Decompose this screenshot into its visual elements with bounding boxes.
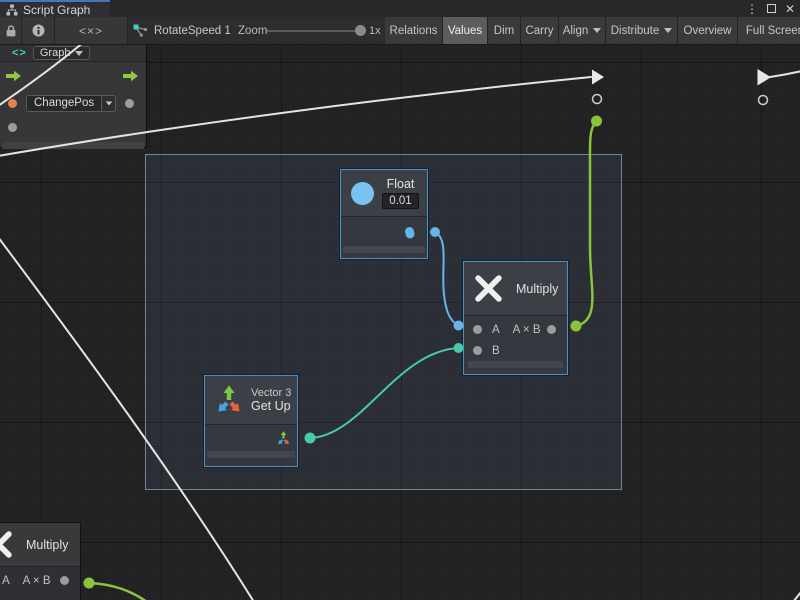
full-screen-button[interactable]: Full Screen <box>738 17 800 44</box>
align-button[interactable]: Align <box>559 17 606 44</box>
changepos-dropdown-label: ChangePos <box>27 96 101 111</box>
relations-button[interactable]: Relations <box>385 17 443 44</box>
node-category: Vector 3 <box>251 387 291 399</box>
hierarchy-icon <box>6 4 18 16</box>
zoom-slider-handle[interactable] <box>355 25 366 36</box>
output-port[interactable] <box>547 325 556 334</box>
node-vector3-get-up[interactable]: Vector 3 Get Up <box>204 375 298 467</box>
flow-in-arrow-icon[interactable] <box>5 70 22 82</box>
flow-out-arrow-icon[interactable] <box>122 70 139 82</box>
script-graph-icon: <> <box>12 47 27 59</box>
dropdown-arrow-icon <box>101 96 115 111</box>
output-label: A × B <box>23 575 51 587</box>
zoom-value: 1x <box>369 17 381 44</box>
values-button[interactable]: Values <box>443 17 488 44</box>
wire-white-from-event <box>770 71 800 77</box>
overview-button[interactable]: Overview <box>678 17 738 44</box>
input-b-label: B <box>492 345 500 357</box>
tab-bar: Script Graph ⋮ ✕ <box>0 0 800 17</box>
lock-icon <box>5 24 17 38</box>
flow-port-row <box>0 62 146 90</box>
dropdown-arrow-icon <box>664 28 672 33</box>
vector3-icon <box>214 383 244 417</box>
node-footer <box>468 361 563 368</box>
event-target-row: ChangePos <box>0 90 146 116</box>
node-float-literal[interactable]: Float 0.01 <box>340 169 428 259</box>
node-multiply-corner[interactable]: Multiply A A × B <box>0 523 80 600</box>
vector3-output-port-icon[interactable] <box>275 430 292 447</box>
unconnected-port-ring <box>593 95 602 104</box>
window-close-icon[interactable]: ✕ <box>785 3 795 15</box>
node-multiply[interactable]: Multiply A A × B B <box>463 261 568 375</box>
flow-arrowhead-out <box>758 69 772 86</box>
info-icon <box>32 24 45 37</box>
node-header: Multiply <box>0 523 80 567</box>
graph-nest-icon <box>133 24 148 37</box>
tab-script-graph[interactable]: Script Graph <box>0 0 110 17</box>
graph-toolbar: <×> RotateSpeed 1 Zoom 1x Relations Valu… <box>0 17 800 45</box>
input-b-port[interactable] <box>473 346 482 355</box>
node-footer <box>343 246 425 253</box>
node-title: Float <box>387 177 415 191</box>
dropdown-arrow-icon <box>593 28 601 33</box>
node-header: <> Graph <box>0 45 146 62</box>
window-maximize-icon[interactable] <box>767 4 776 13</box>
node-header: Float 0.01 <box>341 170 427 217</box>
target-port-dot[interactable] <box>8 99 17 108</box>
flow-arrowhead-in <box>592 70 604 85</box>
node-title: Get Up <box>251 399 291 413</box>
graph-dropdown-label: Graph <box>40 47 71 59</box>
output-port[interactable] <box>60 576 69 585</box>
multiply-x-icon <box>474 274 503 303</box>
input-a-port[interactable] <box>473 325 482 334</box>
input-a-label: A <box>492 324 500 336</box>
graph-dropdown[interactable]: Graph <box>33 46 91 60</box>
float-type-icon <box>351 182 374 205</box>
node-header: Multiply <box>464 262 567 316</box>
float-output-port[interactable] <box>405 227 414 236</box>
node-footer <box>2 142 144 149</box>
wire-white-corner <box>793 592 800 600</box>
output-label: A × B <box>513 324 541 336</box>
port-row-a: A A × B <box>0 570 80 591</box>
unconnected-port-ring <box>759 96 768 105</box>
zoom-label: Zoom <box>238 17 267 44</box>
node-footer <box>207 451 295 458</box>
arg-port-dot[interactable] <box>8 123 17 132</box>
breadcrumb-label: RotateSpeed 1 <box>154 25 231 37</box>
port-row-a: A A × B <box>464 319 567 340</box>
wire-end-dot <box>591 116 602 127</box>
info-button[interactable] <box>22 17 55 44</box>
wire-end-dot <box>84 578 95 589</box>
dropdown-arrow-icon <box>75 51 83 56</box>
graph-breadcrumb[interactable]: RotateSpeed 1 <box>133 17 231 44</box>
changepos-dropdown[interactable]: ChangePos <box>26 95 116 112</box>
window-menu-icon[interactable]: ⋮ <box>746 3 758 15</box>
dim-button[interactable]: Dim <box>488 17 521 44</box>
output-port-dot[interactable] <box>125 99 134 108</box>
window-controls: ⋮ ✕ <box>746 0 800 17</box>
event-arg-row <box>0 116 146 138</box>
node-header: Vector 3 Get Up <box>205 376 297 425</box>
input-a-label: A <box>2 575 10 587</box>
node-title: Multiply <box>26 538 68 552</box>
zoom-slider-track[interactable] <box>267 30 359 32</box>
float-value-field[interactable]: 0.01 <box>382 193 419 209</box>
port-row <box>205 425 297 451</box>
node-title: Multiply <box>516 282 558 296</box>
code-view-toggle[interactable]: <×> <box>55 17 128 44</box>
toolbar-button-group: Relations Values Dim Carry Align Distrib… <box>385 17 800 44</box>
port-row-b: B <box>464 340 567 361</box>
port-row <box>341 217 427 246</box>
distribute-button[interactable]: Distribute <box>606 17 678 44</box>
multiply-x-icon <box>0 530 13 559</box>
lock-button[interactable] <box>0 17 22 44</box>
carry-button[interactable]: Carry <box>521 17 559 44</box>
node-changepos-event[interactable]: <> Graph ChangePos <box>0 45 146 147</box>
graph-canvas[interactable]: <> Graph ChangePos <box>0 45 800 600</box>
tab-title: Script Graph <box>23 4 90 16</box>
wire-corner-multiply-out <box>89 583 147 600</box>
script-graph-window: Script Graph ⋮ ✕ <×> <box>0 0 800 600</box>
